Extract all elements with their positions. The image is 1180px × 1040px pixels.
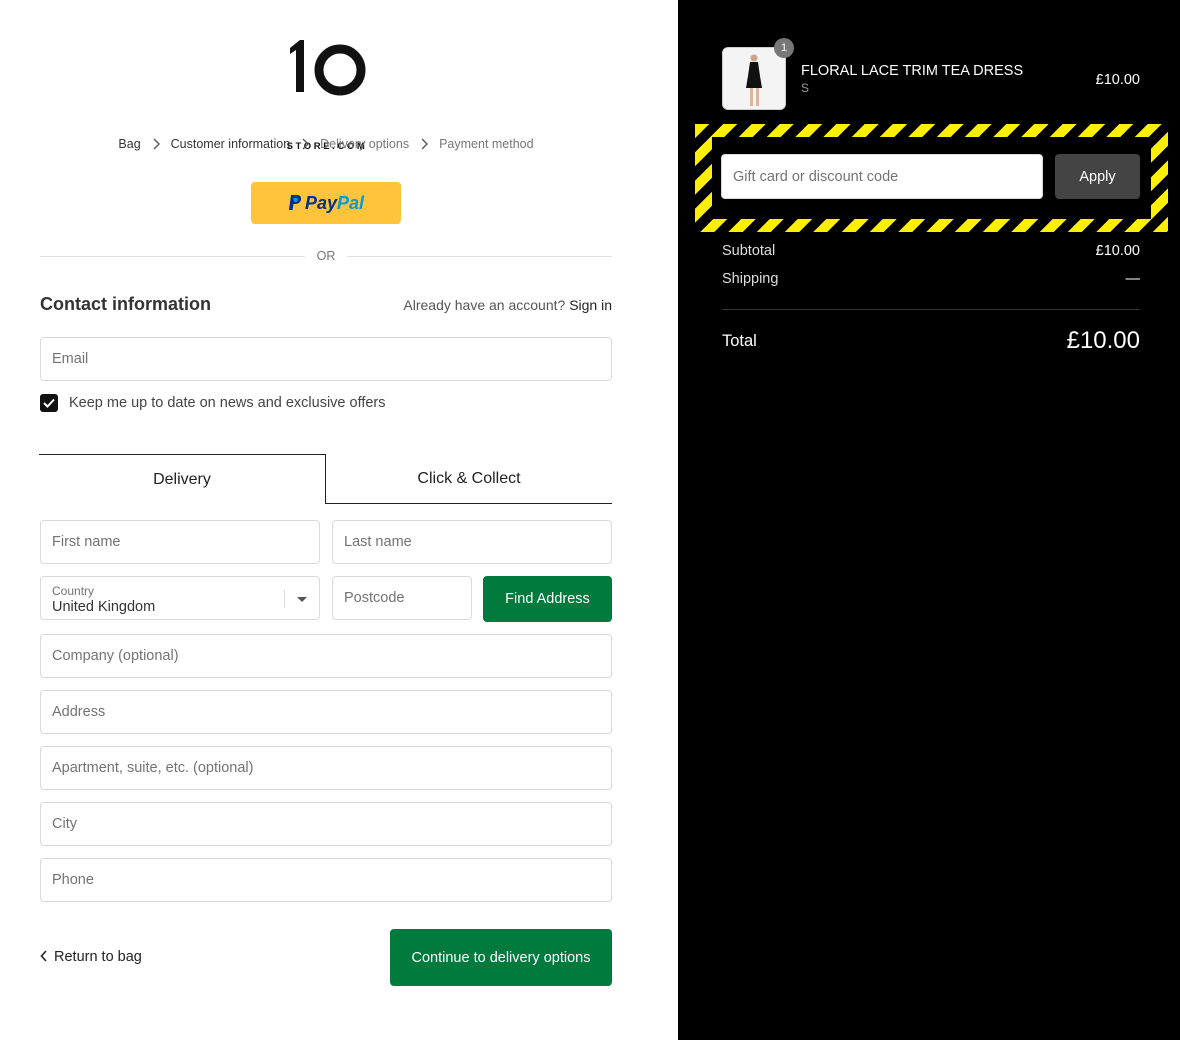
return-to-bag-label: Return to bag [54,949,142,965]
company-input[interactable] [41,635,611,677]
breadcrumb: Bag Customer information Delivery option… [0,137,652,151]
paypal-button[interactable]: Pay Pal [251,182,401,224]
breadcrumb-customer-information: Customer information [170,137,291,151]
subtotal-label: Subtotal [722,243,776,259]
paypal-word-pal: Pal [337,192,365,213]
select-divider [284,590,285,608]
account-prompt: Already have an account? Sign in [403,297,612,313]
last-name-input[interactable] [333,521,611,563]
order-summary: 1 FLORAL LACE TRIM TEA DRESS S £10.00 Ap… [678,0,1180,1040]
first-name-input[interactable] [41,521,319,563]
shipping-label: Shipping [722,271,779,287]
apply-discount-button[interactable]: Apply [1055,154,1140,199]
caret-down-icon [297,597,307,602]
discount-code-input[interactable] [722,155,1042,198]
country-value: United Kingdom [52,599,156,615]
phone-wrapper [40,858,612,902]
newsletter-option[interactable]: Keep me up to date on news and exclusive… [40,394,386,412]
phone-input[interactable] [41,859,611,901]
return-to-bag-link[interactable]: Return to bag [40,949,142,965]
product-price: £10.00 [1095,72,1140,88]
breadcrumb-delivery-options: Delivery options [320,137,410,151]
tab-delivery[interactable]: Delivery [39,454,326,504]
find-address-button[interactable]: Find Address [483,576,612,622]
tab-click-and-collect[interactable]: Click & Collect [326,454,612,504]
store-logo[interactable]: STORE.COM [284,34,370,152]
quantity-badge: 1 [774,38,794,58]
postcode-input[interactable] [333,577,471,619]
total-label: Total [722,332,757,350]
apartment-input[interactable] [41,747,611,789]
total-value: £10.00 [1066,327,1140,354]
postcode-wrapper [332,576,472,620]
chevron-right-icon [296,137,314,151]
country-select[interactable]: Country United Kingdom [40,576,320,620]
subtotal-value: £10.00 [1095,243,1140,259]
chevron-right-icon [415,137,433,151]
newsletter-label: Keep me up to date on news and exclusive… [69,395,386,411]
product-thumbnail [722,47,786,110]
company-wrapper [40,634,612,678]
paypal-word-pay: Pay [304,192,337,213]
apartment-wrapper [40,746,612,790]
summary-divider [722,309,1140,310]
account-prompt-text: Already have an account? [403,297,566,313]
city-input[interactable] [41,803,611,845]
newsletter-checkbox[interactable] [40,394,58,412]
email-field-wrapper [40,337,612,381]
product-variant: S [801,81,810,95]
contact-information-heading: Contact information [40,294,211,314]
first-name-wrapper [40,520,320,564]
check-icon [43,398,55,408]
breadcrumb-payment-method: Payment method [439,137,534,151]
address-wrapper [40,690,612,734]
breadcrumb-bag[interactable]: Bag [118,137,140,151]
continue-to-delivery-button[interactable]: Continue to delivery options [390,929,612,986]
last-name-wrapper [332,520,612,564]
chevron-right-icon [147,137,165,151]
email-input[interactable] [41,338,611,380]
checkout-main: STORE.COM Bag Customer information Deliv… [0,0,678,1040]
logo-mark-icon [290,40,366,96]
dress-product-image [723,48,785,109]
shipping-value: — [1125,271,1141,287]
product-name: FLORAL LACE TRIM TEA DRESS [801,63,1024,79]
country-label: Country [52,584,95,598]
address-input[interactable] [41,691,611,733]
city-wrapper [40,802,612,846]
chevron-left-icon [40,950,50,964]
discount-code-wrapper [721,154,1043,199]
sign-in-link[interactable]: Sign in [569,297,612,313]
or-divider-label: OR [305,249,347,263]
paypal-logo-icon [288,195,302,210]
discount-code-highlight: Apply [695,124,1168,232]
